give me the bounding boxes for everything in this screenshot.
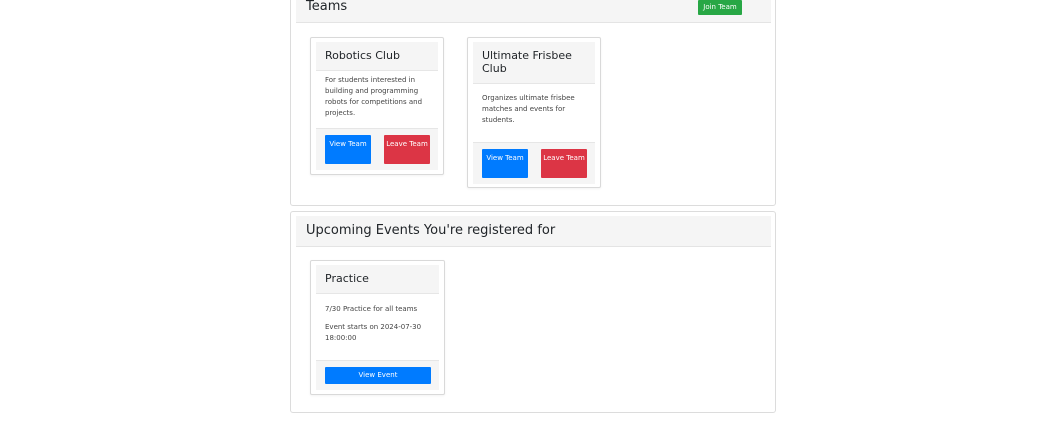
teams-panel-header: Teams Join Team bbox=[296, 0, 771, 23]
team-card-footer: View Team Leave Team bbox=[316, 128, 438, 170]
event-start-time: Event starts on 2024-07-30 18:00:00 bbox=[325, 323, 422, 342]
team-name: Robotics Club bbox=[325, 49, 400, 62]
team-card-header: Robotics Club bbox=[316, 42, 438, 71]
events-title: Upcoming Events You're registered for bbox=[306, 223, 556, 238]
events-panel-header: Upcoming Events You're registered for bbox=[296, 216, 771, 247]
event-card-footer: View Event bbox=[316, 360, 439, 390]
team-card: Robotics Club For students interested in… bbox=[310, 37, 444, 175]
leave-team-button[interactable]: Leave Team bbox=[384, 135, 430, 164]
team-description: Organizes ultimate frisbee matches and e… bbox=[482, 94, 575, 124]
event-card: Practice 7/30 Practice for all teams Eve… bbox=[310, 260, 445, 395]
event-name: Practice bbox=[325, 272, 369, 285]
teams-panel: Teams Join Team Robotics Club For studen… bbox=[290, 0, 776, 206]
event-description: 7/30 Practice for all teams bbox=[325, 305, 418, 313]
events-panel: Upcoming Events You're registered for Pr… bbox=[290, 211, 776, 413]
team-description: For students interested in building and … bbox=[325, 76, 423, 117]
view-team-button[interactable]: View Team bbox=[325, 135, 371, 164]
team-card-footer: View Team Leave Team bbox=[473, 142, 595, 184]
teams-title: Teams bbox=[306, 0, 348, 14]
view-team-button[interactable]: View Team bbox=[482, 149, 528, 178]
team-card-header: Ultimate Frisbee Club bbox=[473, 42, 595, 84]
leave-team-button[interactable]: Leave Team bbox=[541, 149, 587, 178]
view-event-button[interactable]: View Event bbox=[325, 367, 431, 384]
team-name: Ultimate Frisbee Club bbox=[482, 49, 572, 75]
join-team-button[interactable]: Join Team bbox=[698, 0, 742, 15]
team-card: Ultimate Frisbee Club Organizes ultimate… bbox=[467, 37, 601, 188]
event-card-header: Practice bbox=[316, 265, 439, 294]
